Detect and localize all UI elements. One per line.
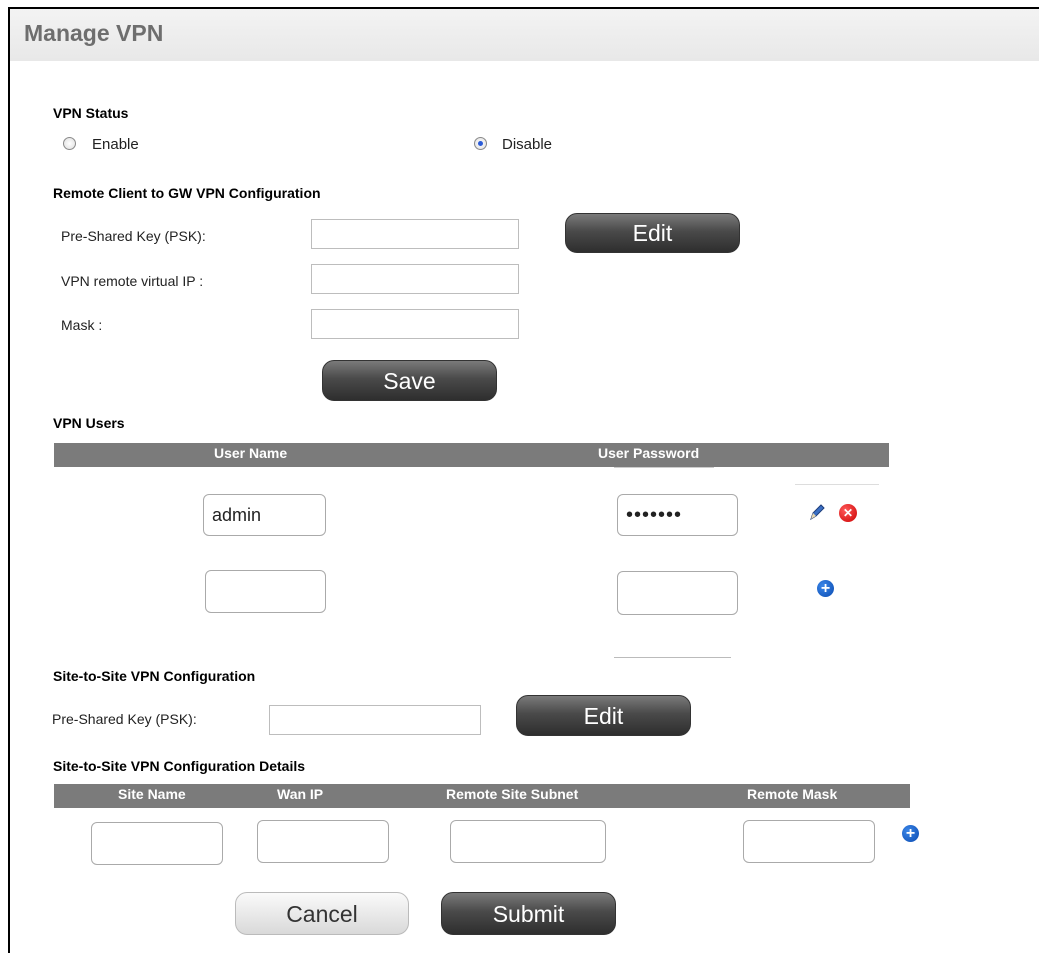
divider [614, 657, 731, 658]
remote-mask-input[interactable] [743, 820, 875, 863]
new-user-name-input[interactable] [205, 570, 326, 613]
wan-ip-column-header: Wan IP [277, 786, 324, 802]
disable-label: Disable [502, 136, 553, 153]
user-name-input[interactable] [203, 494, 326, 536]
vpn-users-table-header: User Name User Password [54, 443, 889, 467]
remote-subnet-column-header: Remote Site Subnet [446, 786, 579, 802]
new-user-password-input[interactable] [617, 571, 738, 615]
virtual-ip-label: VPN remote virtual IP : [61, 273, 204, 289]
vpn-users-heading: VPN Users [53, 415, 125, 431]
wan-ip-input[interactable] [257, 820, 389, 863]
remote-client-heading: Remote Client to GW VPN Configuration [53, 185, 321, 201]
psk-input[interactable] [311, 219, 519, 249]
enable-radio[interactable] [63, 137, 76, 150]
remote-mask-column-header: Remote Mask [747, 786, 838, 802]
save-button[interactable]: Save [322, 360, 497, 401]
submit-button[interactable]: Submit [441, 892, 616, 935]
add-site-icon[interactable]: + [902, 825, 919, 842]
edit-site-psk-button[interactable]: Edit [516, 695, 691, 736]
edit-psk-button[interactable]: Edit [565, 213, 740, 253]
user-name-column-header: User Name [214, 445, 288, 461]
mask-label: Mask : [61, 317, 103, 333]
page-title: Manage VPN [24, 20, 164, 46]
site-psk-label: Pre-Shared Key (PSK): [52, 711, 197, 727]
site-name-column-header: Site Name [118, 786, 186, 802]
user-password-column-header: User Password [598, 445, 700, 461]
delete-icon[interactable]: ✕ [839, 504, 857, 522]
pencil-icon[interactable] [807, 502, 827, 522]
psk-label: Pre-Shared Key (PSK): [61, 228, 206, 244]
title-bar: Manage VPN [10, 9, 1039, 61]
site-name-input[interactable] [91, 822, 223, 865]
site-to-site-heading: Site-to-Site VPN Configuration [53, 668, 256, 684]
vpn-status-heading: VPN Status [53, 105, 129, 121]
add-icon[interactable]: + [817, 580, 834, 597]
site-details-heading: Site-to-Site VPN Configuration Details [53, 758, 306, 774]
site-details-table-header: Site Name Wan IP Remote Site Subnet Remo… [54, 784, 910, 808]
site-psk-input[interactable] [269, 705, 481, 735]
user-password-input[interactable] [617, 494, 738, 536]
divider [614, 467, 714, 468]
virtual-ip-input[interactable] [311, 264, 519, 294]
divider [795, 484, 879, 485]
disable-radio[interactable] [474, 137, 487, 150]
enable-label: Enable [92, 136, 139, 153]
remote-subnet-input[interactable] [450, 820, 606, 863]
cancel-button[interactable]: Cancel [235, 892, 409, 935]
mask-input[interactable] [311, 309, 519, 339]
